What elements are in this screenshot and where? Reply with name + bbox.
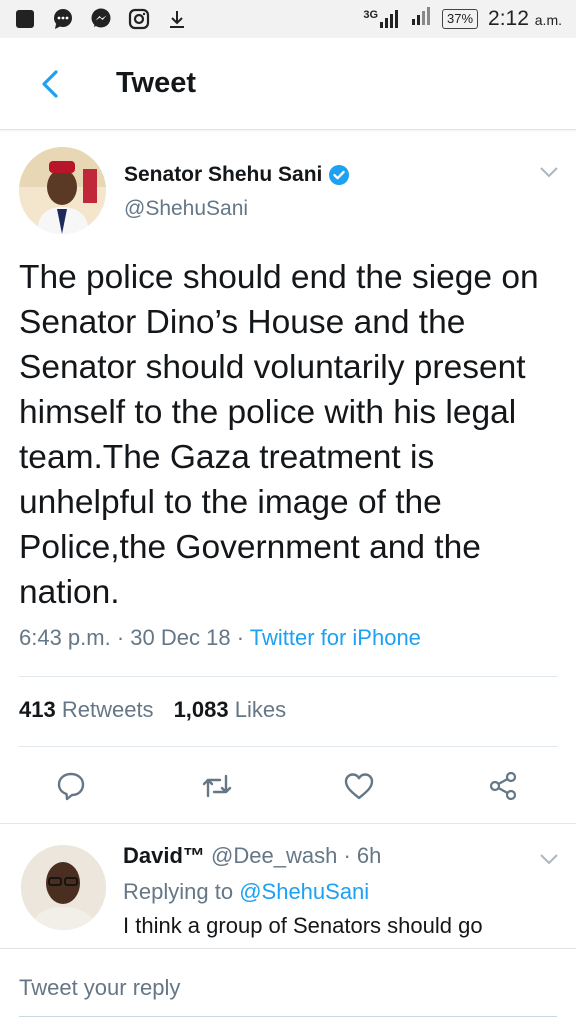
reply-separator: · — [343, 843, 351, 868]
reply-header: David™ @Dee_wash · 6h — [123, 843, 381, 869]
tweet-timestamp: 6:43 p.m. · 30 Dec 18 · Twitter for iPho… — [19, 625, 421, 650]
verified-badge-icon — [329, 165, 350, 185]
reply-avatar[interactable] — [21, 845, 106, 930]
signal-icon-2 — [410, 7, 432, 31]
replying-to-handle[interactable]: @ShehuSani — [239, 879, 369, 904]
reply-text: I think a group of Senators should go — [123, 913, 483, 938]
heart-icon — [344, 773, 374, 800]
clock-time: 2:12 — [488, 7, 529, 30]
divider — [19, 676, 558, 677]
back-button[interactable] — [32, 66, 68, 102]
tweet-text: The police should end the siege on Senat… — [19, 259, 539, 611]
retweet-icon — [202, 774, 232, 798]
download-icon — [166, 8, 188, 30]
divider — [19, 746, 558, 747]
like-button[interactable] — [341, 768, 377, 804]
clock-suffix: a.m. — [534, 12, 562, 28]
divider — [0, 823, 576, 824]
retweets-count: 413 — [19, 697, 56, 722]
back-arrow-icon — [42, 70, 58, 98]
replying-to-label: Replying to — [123, 879, 234, 904]
author-avatar[interactable] — [19, 147, 106, 234]
tweet-actions — [0, 760, 576, 812]
instagram-icon — [128, 8, 150, 30]
page-title: Tweet — [116, 67, 197, 99]
top-app-bar: Tweet — [0, 38, 576, 130]
retweet-button[interactable] — [199, 768, 235, 804]
reply-icon — [57, 772, 85, 801]
share-button[interactable] — [485, 768, 521, 804]
replying-to: Replying to @ShehuSani — [123, 879, 369, 905]
author-handle[interactable]: @ShehuSani — [124, 197, 248, 221]
retweets-label: Retweets — [61, 697, 154, 722]
reply-button[interactable] — [53, 768, 89, 804]
messenger-icon — [90, 8, 112, 30]
tweet-stats: 413 Retweets 1,083 Likes — [19, 697, 286, 723]
chevron-down-icon[interactable] — [538, 852, 560, 866]
author-name-text: Senator Shehu Sani — [124, 163, 323, 186]
author-name[interactable]: Senator Shehu Sani — [124, 163, 350, 187]
likes-stat[interactable]: 1,083 Likes — [174, 697, 287, 722]
reply-age: 6h — [356, 843, 382, 868]
reply-author-name[interactable]: David™ — [123, 843, 205, 868]
reply-composer: Tweet your reply — [0, 948, 576, 1024]
battery-icon: 37% — [442, 9, 479, 29]
stop-square-icon — [14, 8, 36, 30]
likes-label: Likes — [234, 697, 287, 722]
clock: 2:12 a.m. — [488, 7, 562, 31]
likes-count: 1,083 — [173, 697, 229, 722]
tweet-time: 6:43 p.m. — [19, 625, 111, 650]
tweet-date: 30 Dec 18 — [130, 625, 231, 650]
status-bar: 3G 37% 2:12 a.m. — [0, 0, 576, 38]
retweets-stat[interactable]: 413 Retweets — [19, 697, 154, 722]
signal-icon: 3G — [363, 10, 400, 28]
share-icon — [489, 771, 517, 801]
reply-input[interactable]: Tweet your reply — [19, 975, 180, 1001]
chevron-down-icon[interactable] — [538, 165, 560, 179]
tweet-source-link[interactable]: Twitter for iPhone — [250, 625, 421, 650]
network-label: 3G — [363, 9, 379, 21]
reply-author-handle[interactable]: @Dee_wash — [211, 843, 337, 868]
reply-input-underline — [19, 1016, 557, 1017]
chat-bubble-icon — [52, 8, 74, 30]
